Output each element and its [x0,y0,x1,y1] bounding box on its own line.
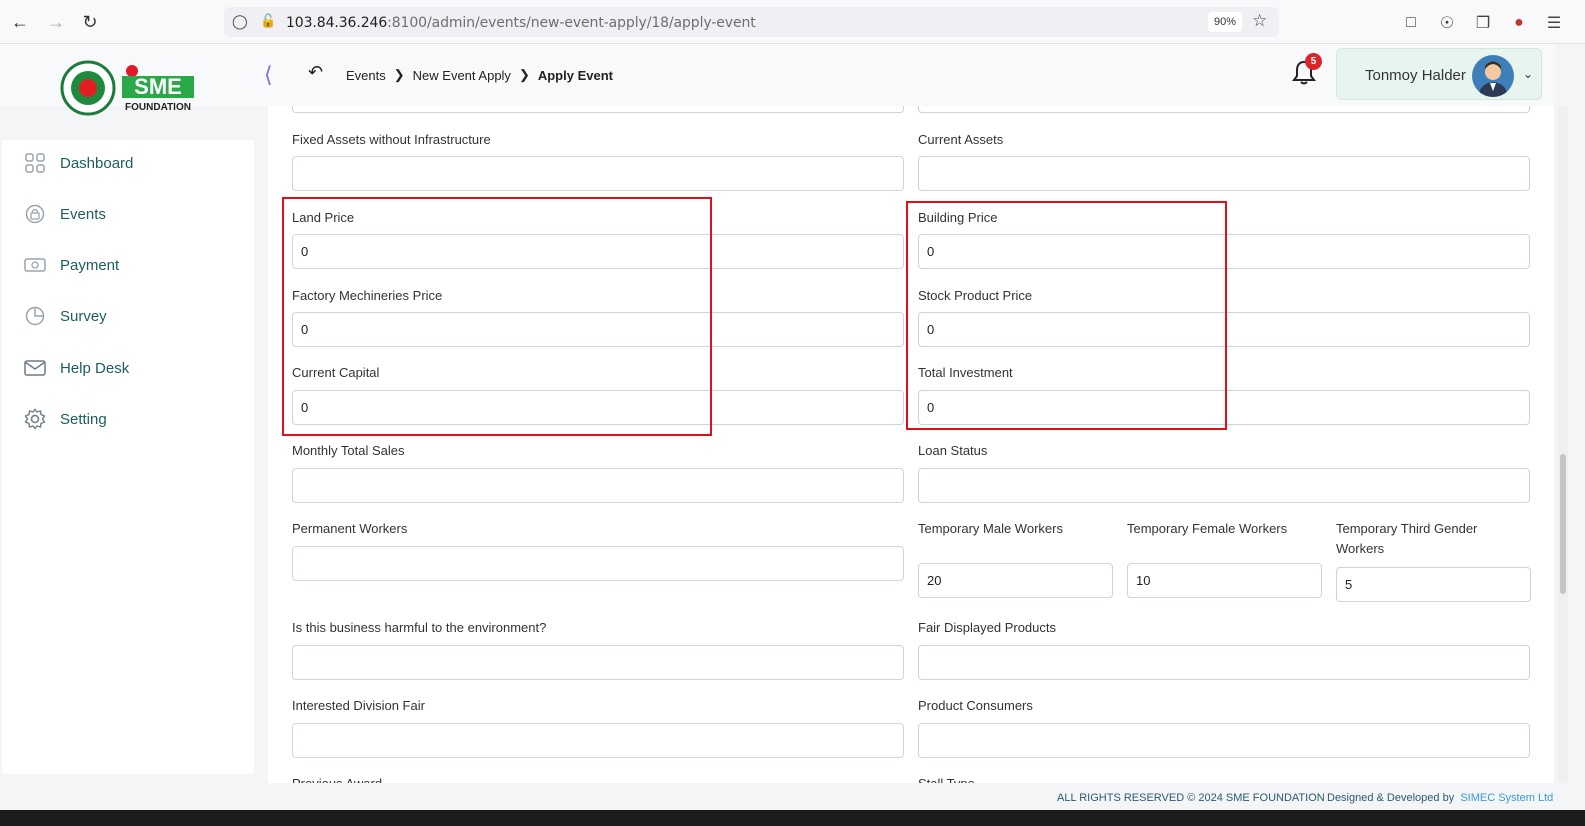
consumers-input[interactable] [918,723,1530,758]
consumers-label: Product Consumers [918,698,1033,713]
sidebar-item-label: Survey [60,307,107,325]
user-name: Tonmoy Halder [1365,67,1466,84]
mail-icon [24,357,46,379]
svg-text:FOUNDATION: FOUNDATION [125,102,191,113]
svg-text:SME: SME [134,74,182,99]
harmful-label: Is this business harmful to the environm… [292,620,547,635]
chevron-right-icon: ❯ [518,67,530,82]
division-fair-label: Interested Division Fair [292,698,425,713]
permanent-workers-label: Permanent Workers [292,521,408,536]
simec-link[interactable]: SIMEC System Ltd [1460,792,1553,804]
harmful-input[interactable] [292,645,904,680]
temp-male-label: Temporary Male Workers [918,521,1063,536]
previous-award-label: Previous Award [292,774,382,783]
highlight-box-left [282,197,712,436]
sidebar-item-label: Help Desk [60,359,130,377]
back-arrow-icon[interactable]: ← [8,10,32,34]
chevron-right-icon: ❯ [393,67,405,82]
designed-by-text: Designed & Developed by [1327,792,1455,804]
loan-status-label: Loan Status [918,443,988,458]
stall-type-label: Stall Type [918,774,975,783]
sidebar-item-label: Setting [60,410,107,428]
monthly-sales-input[interactable] [292,468,904,503]
sidebar: Dashboard Events Payment Survey Help Des… [2,140,254,774]
notification-count-badge: 5 [1305,53,1322,70]
address-bar[interactable]: ◯ 🔓 103.84.36.246:8100/admin/events/new-… [224,7,1279,37]
breadcrumb: Events ❯ New Event Apply ❯ Apply Event [346,67,613,83]
monthly-sales-label: Monthly Total Sales [292,443,405,458]
undo-back-icon[interactable]: ↶ [308,62,323,83]
sidebar-item-label: Dashboard [60,154,134,172]
sme-foundation-logo[interactable]: SME FOUNDATION [60,60,200,120]
app-header [0,44,1555,106]
bookmark-star-icon[interactable]: ☆ [1252,11,1267,31]
browser-toolbar: ← → ↻ ◯ 🔓 103.84.36.246:8100/admin/event… [0,0,1585,44]
fair-products-input[interactable] [918,645,1530,680]
temp-female-input[interactable]: 10 [1127,563,1322,598]
highlight-box-right [906,201,1227,430]
breadcrumb-events[interactable]: Events [346,68,386,83]
sidebar-item-setting[interactable]: Setting [24,406,107,432]
menu-icon[interactable]: ☰ [1543,12,1565,34]
insecure-lock-icon: 🔓 [260,13,277,28]
extensions-icon[interactable]: ❐ [1472,12,1494,34]
sidebar-item-help-desk[interactable]: Help Desk [24,355,129,381]
apply-event-form: Fixed Assets without Infrastructure Curr… [268,106,1554,783]
gear-icon [24,408,46,430]
pocket-icon[interactable]: □ [1400,12,1422,34]
avatar [1472,55,1514,97]
payment-icon [24,254,46,276]
sidebar-collapse-icon[interactable]: ⟨ [264,63,273,88]
breadcrumb-new-event-apply[interactable]: New Event Apply [413,68,511,83]
zoom-level[interactable]: 90% [1208,12,1242,32]
page-scrollbar[interactable] [1558,106,1568,783]
user-menu[interactable]: Tonmoy Halder ⌄ [1336,48,1542,100]
permanent-workers-input[interactable] [292,546,904,581]
chevron-down-icon: ⌄ [1523,67,1534,81]
account-icon[interactable]: ☉ [1436,12,1458,34]
sidebar-item-label: Events [60,205,106,223]
current-assets-input[interactable] [918,156,1530,191]
extension-badge-icon[interactable]: ● [1508,12,1530,34]
events-icon [24,203,46,225]
sidebar-item-label: Payment [60,256,120,274]
pie-chart-icon [24,305,46,327]
forward-arrow-icon[interactable]: → [44,10,68,34]
breadcrumb-apply-event: Apply Event [537,67,613,83]
sidebar-item-survey[interactable]: Survey [24,303,107,329]
footer: ALL RIGHTS RESERVED © 2024 SME FOUNDATIO… [0,783,1585,810]
fixed-assets-label: Fixed Assets without Infrastructure [292,132,491,147]
sidebar-item-payment[interactable]: Payment [24,252,119,278]
copyright-text: ALL RIGHTS RESERVED © 2024 SME FOUNDATIO… [1057,792,1325,804]
division-fair-input[interactable] [292,723,904,758]
loan-status-input[interactable] [918,468,1530,503]
temp-female-label: Temporary Female Workers [1127,521,1288,536]
previous-field-right[interactable] [918,106,1530,113]
previous-field-left[interactable] [292,106,904,113]
os-taskbar [0,810,1585,826]
fair-products-label: Fair Displayed Products [918,620,1056,635]
grid-icon [24,152,46,174]
fixed-assets-input[interactable] [292,156,904,191]
temp-male-input[interactable]: 20 [918,563,1113,598]
url-text: 103.84.36.246:8100/admin/events/new-even… [286,15,756,31]
reload-icon[interactable]: ↻ [78,10,102,34]
sidebar-item-dashboard[interactable]: Dashboard [24,150,133,176]
temp-third-label: Temporary Third Gender Workers [1336,521,1478,556]
shield-icon: ◯ [232,13,248,29]
scrollbar-thumb[interactable] [1560,454,1566,594]
temp-third-input[interactable]: 5 [1336,567,1531,602]
designed-by: Designed & Developed by SIMEC System Ltd [1327,792,1553,804]
sidebar-item-events[interactable]: Events [24,201,106,227]
current-assets-label: Current Assets [918,132,1004,147]
